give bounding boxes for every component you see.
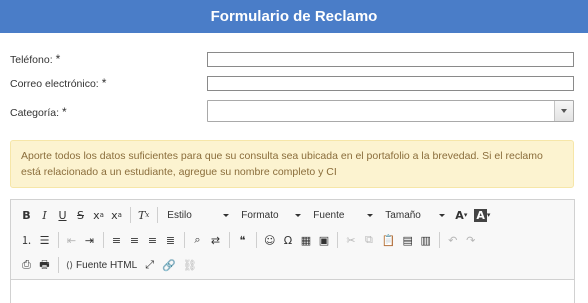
redo-icon[interactable]: ↷ [463,231,478,249]
link-icon[interactable]: 🔗 [160,256,178,274]
editor-toolbar: B I U S xa xa Tx Estilo Formato Fuente T… [11,200,574,280]
category-row: Categoría: * [0,100,588,124]
preview-icon[interactable]: ⎙ [19,256,34,274]
smiley-icon[interactable]: ☺ [262,231,277,249]
phone-label: Teléfono: * [10,52,61,66]
toolbar-separator [103,232,104,248]
toolbar-row-3: ⎙ 🖶 ⟨⟩ Fuente HTML ⤢ 🔗 ⛓ [19,255,202,275]
chevron-down-icon [223,213,230,217]
indent-icon[interactable]: ⇥ [82,231,97,249]
bulleted-list-icon[interactable]: ☰ [37,231,52,249]
required-asterisk: * [55,52,61,66]
category-select[interactable] [207,100,574,122]
toolbar-separator [184,232,185,248]
toolbar-separator [439,232,441,248]
required-asterisk: * [101,76,107,90]
unlink-icon[interactable]: ⛓ [181,256,199,274]
chevron-down-icon [367,213,374,217]
paste-icon[interactable]: 📋 [379,231,397,249]
subscript-icon[interactable]: xa [91,206,106,224]
source-button[interactable]: ⟨⟩ Fuente HTML [64,256,139,274]
toolbar-separator [337,232,339,248]
notice-text: Aporte todos los datos suficientes para … [21,150,543,178]
background-color-icon[interactable]: A ▾ [472,206,492,224]
category-label: Categoría: * [10,105,67,119]
paste-word-icon[interactable]: ▥ [418,231,433,249]
toolbar-row-1: B I U S xa xa Tx Estilo Formato Fuente T… [19,205,495,225]
outdent-icon[interactable]: ⇤ [64,231,79,249]
replace-icon[interactable]: ⇄ [208,231,223,249]
remove-format-icon[interactable]: Tx [136,206,151,224]
copy-icon[interactable]: ⧉ [361,231,376,249]
toolbar-separator [58,257,59,273]
underline-icon[interactable]: U [55,206,70,224]
size-combo[interactable]: Tamaño [381,206,449,224]
toolbar-separator [229,232,230,248]
superscript-icon[interactable]: xa [109,206,124,224]
editor-content-area[interactable] [11,281,574,303]
phone-row: Teléfono: * [0,49,588,69]
toolbar-separator [58,232,59,248]
rich-text-editor: B I U S xa xa Tx Estilo Formato Fuente T… [10,199,575,303]
source-icon: ⟨⟩ [66,259,74,270]
info-notice: Aporte todos los datos suficientes para … [10,140,574,188]
find-icon[interactable]: ⌕ [190,231,205,249]
align-right-icon[interactable]: ≡ [145,231,160,249]
italic-icon[interactable]: I [37,206,52,224]
chevron-down-icon[interactable] [554,101,573,121]
email-label: Correo electrónico: * [10,76,107,90]
toolbar-separator [157,207,159,223]
format-combo[interactable]: Formato [237,206,305,224]
font-combo[interactable]: Fuente [309,206,377,224]
align-center-icon[interactable]: ≡ [127,231,142,249]
cut-icon[interactable]: ✂ [343,231,358,249]
phone-field[interactable] [207,52,574,67]
style-combo[interactable]: Estilo [163,206,233,224]
table-icon[interactable]: ▦ [298,231,313,249]
print-icon[interactable]: 🖶 [37,256,52,274]
image-icon[interactable]: ▣ [316,231,331,249]
maximize-icon[interactable]: ⤢ [142,256,157,274]
chevron-down-icon [439,213,446,217]
justify-icon[interactable]: ≣ [163,231,178,249]
undo-icon[interactable]: ↶ [445,231,460,249]
toolbar-separator [130,207,131,223]
toolbar-row-2: ⒈ ☰ ⇤ ⇥ ≡ ≡ ≡ ≣ ⌕ ⇄ ❝ ☺ Ω ▦ ▣ ✂ ⧉ 📋 ▤ ▥ [19,230,481,250]
required-asterisk: * [62,105,67,119]
email-field[interactable] [207,76,574,91]
blockquote-icon[interactable]: ❝ [235,231,250,249]
strikethrough-icon[interactable]: S [73,206,88,224]
align-left-icon[interactable]: ≡ [109,231,124,249]
special-char-icon[interactable]: Ω [280,231,295,249]
numbered-list-icon[interactable]: ⒈ [19,231,34,249]
page-header: Formulario de Reclamo [0,0,588,33]
text-color-icon[interactable]: A ▾ [453,206,469,224]
paste-text-icon[interactable]: ▤ [400,231,415,249]
email-row: Correo electrónico: * [0,73,588,93]
bold-icon[interactable]: B [19,206,34,224]
toolbar-separator [256,232,257,248]
page-title: Formulario de Reclamo [210,8,378,25]
chevron-down-icon [295,213,302,217]
